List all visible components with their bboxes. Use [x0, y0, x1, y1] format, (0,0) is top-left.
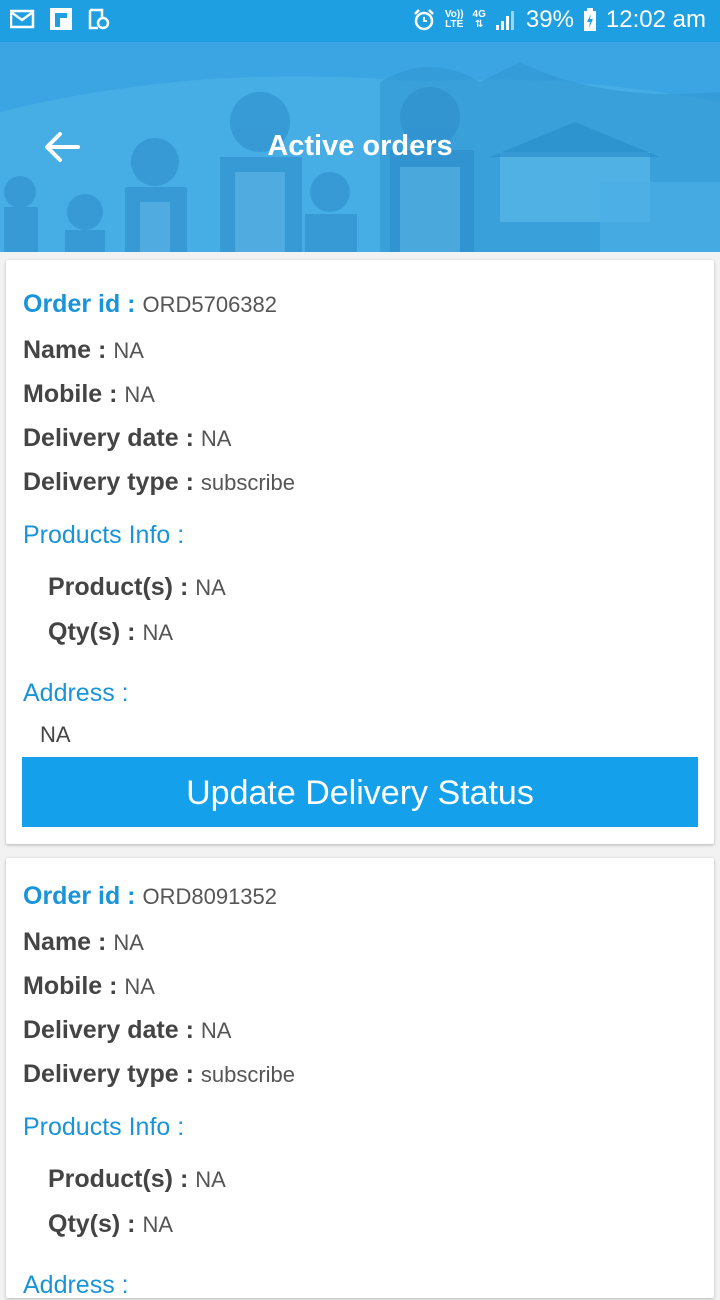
screenshot-icon — [88, 8, 110, 30]
delivery-type-value: subscribe — [200, 470, 296, 495]
battery-charging-icon — [583, 8, 596, 31]
delivery-date-row: Delivery date : NA — [23, 424, 231, 453]
delivery-type-value: subscribe — [200, 1062, 296, 1087]
signal-icon — [495, 11, 514, 30]
order-card: Order id : ORD8091352 Name : NA Mobile :… — [6, 858, 714, 1299]
name-row: Name : NA — [23, 928, 144, 957]
mobile-label: Mobile : — [23, 972, 125, 1000]
products-info-heading: Products Info : — [23, 521, 185, 549]
name-value: NA — [113, 338, 144, 363]
battery-percentage: 39% — [525, 6, 574, 33]
order-id-row: Order id : ORD8091352 — [23, 882, 277, 911]
qty-row: Qty(s) : NA — [48, 618, 173, 647]
mobile-value: NA — [124, 974, 155, 999]
order-id-value: ORD5706382 — [142, 292, 278, 317]
qty-label: Qty(s) : — [48, 1210, 143, 1238]
name-label: Name : — [23, 928, 114, 956]
delivery-date-value: NA — [200, 426, 232, 451]
delivery-date-label: Delivery date : — [23, 1016, 201, 1044]
qty-value: NA — [142, 1212, 174, 1237]
qty-label: Qty(s) : — [48, 618, 143, 646]
address-value: NA — [40, 722, 71, 747]
qty-value: NA — [142, 620, 174, 645]
mobile-row: Mobile : NA — [23, 972, 155, 1001]
status-bar: Vo)) LTE 4G ⇅ 39% 12:02 am — [0, 0, 720, 42]
flipboard-icon — [50, 8, 72, 30]
update-delivery-status-button[interactable]: Update Delivery Status — [22, 757, 698, 827]
name-label: Name : — [23, 336, 114, 364]
products-label: Product(s) : — [48, 573, 196, 601]
delivery-date-row: Delivery date : NA — [23, 1016, 231, 1045]
app-header: Active orders — [0, 42, 720, 252]
order-id-label: Order id : — [23, 290, 143, 318]
page-title: Active orders — [267, 130, 453, 162]
products-row: Product(s) : NA — [48, 573, 226, 602]
order-card: Order id : ORD5706382 Name : NA Mobile :… — [6, 260, 714, 844]
delivery-type-label: Delivery type : — [23, 1060, 201, 1088]
qty-row: Qty(s) : NA — [48, 1210, 173, 1239]
delivery-type-row: Delivery type : subscribe — [23, 468, 295, 497]
clock: 12:02 am — [605, 6, 706, 33]
volte-indicator: Vo)) LTE — [444, 9, 464, 30]
products-row: Product(s) : NA — [48, 1165, 226, 1194]
mobile-value: NA — [124, 382, 155, 407]
mobile-row: Mobile : NA — [23, 380, 155, 409]
mobile-label: Mobile : — [23, 380, 125, 408]
network-type: 4G ⇅ — [472, 9, 486, 30]
products-value: NA — [195, 1167, 226, 1192]
delivery-type-row: Delivery type : subscribe — [23, 1060, 295, 1089]
products-value: NA — [195, 575, 226, 600]
delivery-date-label: Delivery date : — [23, 424, 201, 452]
order-id-value: ORD8091352 — [142, 884, 278, 909]
name-value: NA — [113, 930, 144, 955]
delivery-date-value: NA — [200, 1018, 232, 1043]
name-row: Name : NA — [23, 336, 144, 365]
email-icon — [10, 9, 35, 29]
address-heading: Address : — [23, 1271, 129, 1299]
products-label: Product(s) : — [48, 1165, 196, 1193]
order-id-label: Order id : — [23, 882, 143, 910]
order-id-row: Order id : ORD5706382 — [23, 290, 277, 319]
address-heading: Address : — [23, 679, 129, 707]
alarm-icon — [413, 9, 434, 31]
delivery-type-label: Delivery type : — [23, 468, 201, 496]
products-info-heading: Products Info : — [23, 1113, 185, 1141]
